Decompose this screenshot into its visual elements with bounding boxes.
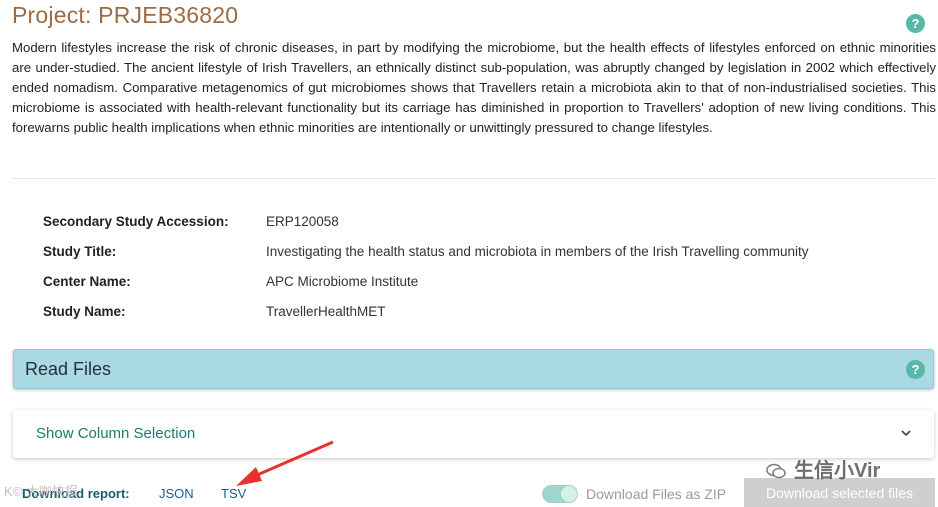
- show-column-selection-toggle[interactable]: Show Column Selection: [13, 410, 934, 458]
- wechat-watermark-text: 生信小Vir: [794, 460, 881, 482]
- column-selection-label: Show Column Selection: [36, 425, 196, 442]
- metadata-value: ERP120058: [266, 214, 339, 229]
- divider: [12, 178, 936, 179]
- metadata-label: Secondary Study Accession:: [43, 214, 229, 229]
- help-icon[interactable]: ?: [906, 360, 925, 379]
- wechat-watermark: 生信小Vir: [766, 454, 880, 483]
- chevron-down-icon: [901, 430, 911, 437]
- metadata-row: Center Name: APC Microbiome Institute: [43, 274, 903, 294]
- download-json-link[interactable]: JSON: [159, 486, 194, 501]
- toggle-knob: [561, 486, 577, 502]
- zip-toggle[interactable]: [542, 485, 578, 503]
- metadata-value: APC Microbiome Institute: [266, 274, 419, 289]
- metadata-value: Investigating the health status and micr…: [266, 244, 809, 259]
- wechat-icon: [766, 463, 786, 479]
- metadata-row: Study Name: TravellerHealthMET: [43, 304, 903, 324]
- metadata-value: TravellerHealthMET: [266, 304, 386, 319]
- zip-toggle-label: Download Files as ZIP: [586, 486, 727, 502]
- metadata-row: Secondary Study Accession: ERP120058: [43, 214, 903, 234]
- metadata-row: Study Title: Investigating the health st…: [43, 244, 903, 264]
- metadata-label: Study Name:: [43, 304, 126, 319]
- project-description: Modern lifestyles increase the risk of c…: [12, 40, 936, 135]
- metadata-label: Study Title:: [43, 244, 117, 259]
- download-tsv-link[interactable]: TSV: [221, 486, 246, 501]
- read-files-title: Read Files: [25, 359, 112, 379]
- arrow-head: [236, 467, 262, 486]
- help-icon[interactable]: ?: [906, 14, 925, 33]
- project-title: Project: PRJEB36820: [12, 2, 239, 28]
- left-watermark: K© 大咖快报: [4, 484, 78, 499]
- read-files-header: Read Files ?: [13, 349, 934, 389]
- metadata-label: Center Name:: [43, 274, 131, 289]
